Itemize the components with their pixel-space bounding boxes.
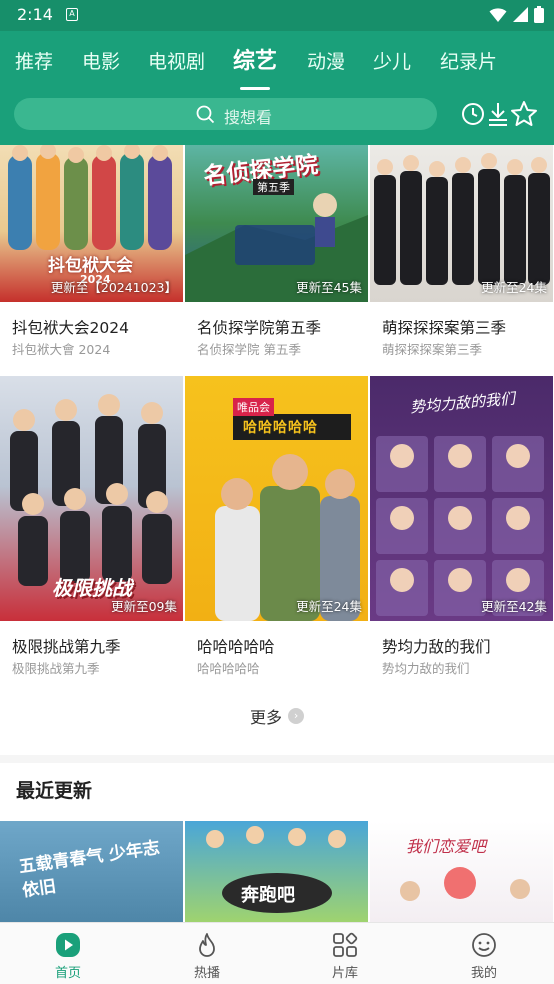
- poster-image: 唯品会 哈哈哈哈哈 更新至24集: [185, 376, 368, 621]
- nav-library[interactable]: 片库: [295, 923, 395, 984]
- tab-anime[interactable]: 动漫: [307, 45, 345, 79]
- show-subtitle: 势均力敌的我们: [382, 661, 470, 676]
- tab-kids[interactable]: 少儿: [373, 45, 411, 79]
- app-header: 推荐 电影 电视剧 综艺 动漫 少儿 纪录片 搜想看: [0, 31, 554, 145]
- update-badge: 更新至42集: [481, 599, 547, 614]
- show-card[interactable]: 势均力敌的我们 更新至42集 势均力敌的我们 势均力敌的我们: [370, 376, 553, 676]
- nav-trending[interactable]: 热播: [157, 923, 257, 984]
- favorite-star-icon[interactable]: [509, 99, 539, 129]
- signal-icon: [513, 7, 528, 22]
- show-subtitle: 抖包袱大會 2024: [12, 342, 111, 357]
- wifi-icon: [489, 7, 507, 22]
- system-icons: [489, 6, 544, 23]
- battery-icon: [534, 6, 544, 23]
- tab-recommend[interactable]: 推荐: [15, 45, 53, 79]
- show-subtitle: 名侦探学院 第五季: [197, 342, 301, 357]
- section-title-recent: 最近更新: [16, 780, 93, 802]
- show-card[interactable]: 更新至24集 萌探探探案第三季 萌探探探案第三季: [370, 145, 553, 360]
- status-bar: 2:14 A: [0, 0, 554, 31]
- more-label: 更多: [250, 708, 283, 727]
- poster-image: 势均力敌的我们 更新至42集: [370, 376, 553, 621]
- show-title: 哈哈哈哈哈: [197, 638, 275, 656]
- status-time: 2:14: [17, 5, 53, 24]
- show-title: 势均力敌的我们: [382, 638, 491, 656]
- nav-label: 首页: [54, 966, 81, 981]
- poster-title: 哈哈哈哈哈: [243, 420, 318, 436]
- tab-variety[interactable]: 综艺: [233, 45, 277, 79]
- show-card[interactable]: 极限挑战 更新至09集 极限挑战第九季 极限挑战第九季: [0, 376, 183, 676]
- category-tabs: 推荐 电影 电视剧 综艺 动漫 少儿 纪录片: [0, 45, 554, 90]
- chevron-right-icon: ›: [288, 708, 305, 724]
- poster-season: 第五季: [253, 179, 294, 195]
- variety-grid: 抖包袱大会 2024 更新至【20241023】 抖包袱大会2024 抖包袱大會…: [0, 145, 554, 705]
- poster-title: 我们恋爱吧: [406, 837, 487, 856]
- nav-home[interactable]: 首页: [18, 923, 118, 984]
- more-button[interactable]: 更多 ›: [250, 704, 305, 728]
- show-title: 抖包袱大会2024: [12, 319, 129, 337]
- show-card[interactable]: 抖包袱大会 2024 更新至【20241023】 抖包袱大会2024 抖包袱大會…: [0, 145, 183, 360]
- update-badge: 更新至24集: [481, 280, 547, 295]
- poster-image: 极限挑战 更新至09集: [0, 376, 183, 621]
- nav-profile[interactable]: 我的: [434, 923, 534, 984]
- search-icon: [196, 105, 215, 124]
- nav-label: 热播: [193, 966, 220, 981]
- search-placeholder: 搜想看: [224, 108, 273, 127]
- poster-title: 五载青春气 少年志依旧: [17, 837, 161, 902]
- flame-icon: [199, 933, 215, 957]
- show-title: 极限挑战第九季: [12, 638, 121, 656]
- poster-image: 名侦探学院 第五季 更新至45集: [185, 145, 368, 302]
- home-play-icon: [56, 933, 80, 957]
- show-title: 名侦探学院第五季: [197, 319, 322, 337]
- poster-art: [215, 414, 360, 621]
- active-tab-indicator: [240, 87, 270, 90]
- poster-title: 奔跑吧: [241, 885, 295, 906]
- show-subtitle: 萌探探探案第三季: [382, 342, 483, 357]
- show-title: 萌探探探案第三季: [382, 319, 507, 337]
- notification-icon: A: [66, 8, 78, 21]
- section-divider: [0, 755, 554, 763]
- update-badge: 更新至【20241023】: [50, 280, 177, 295]
- show-card[interactable]: 名侦探学院 第五季 更新至45集 名侦探学院第五季 名侦探学院 第五季: [185, 145, 368, 360]
- update-badge: 更新至45集: [296, 280, 362, 295]
- tab-movies[interactable]: 电影: [82, 45, 120, 79]
- update-badge: 更新至24集: [296, 599, 362, 614]
- recent-poster[interactable]: 我们恋爱吧: [370, 821, 553, 922]
- poster-image: 更新至24集: [370, 145, 553, 302]
- tab-documentary[interactable]: 纪录片: [440, 45, 497, 79]
- show-subtitle: 极限挑战第九季: [12, 661, 100, 676]
- tab-tv-series[interactable]: 电视剧: [148, 45, 205, 79]
- nav-label: 我的: [470, 966, 497, 981]
- update-badge: 更新至09集: [111, 599, 177, 614]
- show-subtitle: 哈哈哈哈哈: [197, 661, 260, 676]
- bottom-navigation: 首页 热播 片库 我的: [0, 922, 554, 984]
- nav-label: 片库: [331, 966, 358, 981]
- poster-image: 抖包袱大会 2024 更新至【20241023】: [0, 145, 183, 302]
- profile-smile-icon: [472, 933, 496, 957]
- search-bar[interactable]: 搜想看: [14, 98, 437, 130]
- poster-tag: 唯品会: [233, 398, 274, 416]
- show-card[interactable]: 唯品会 哈哈哈哈哈 更新至24集 哈哈哈哈哈 哈哈哈哈哈: [185, 376, 368, 676]
- recent-poster[interactable]: 奔跑吧: [185, 821, 368, 922]
- recent-poster[interactable]: 五载青春气 少年志依旧: [0, 821, 183, 922]
- library-grid-icon: [333, 932, 358, 957]
